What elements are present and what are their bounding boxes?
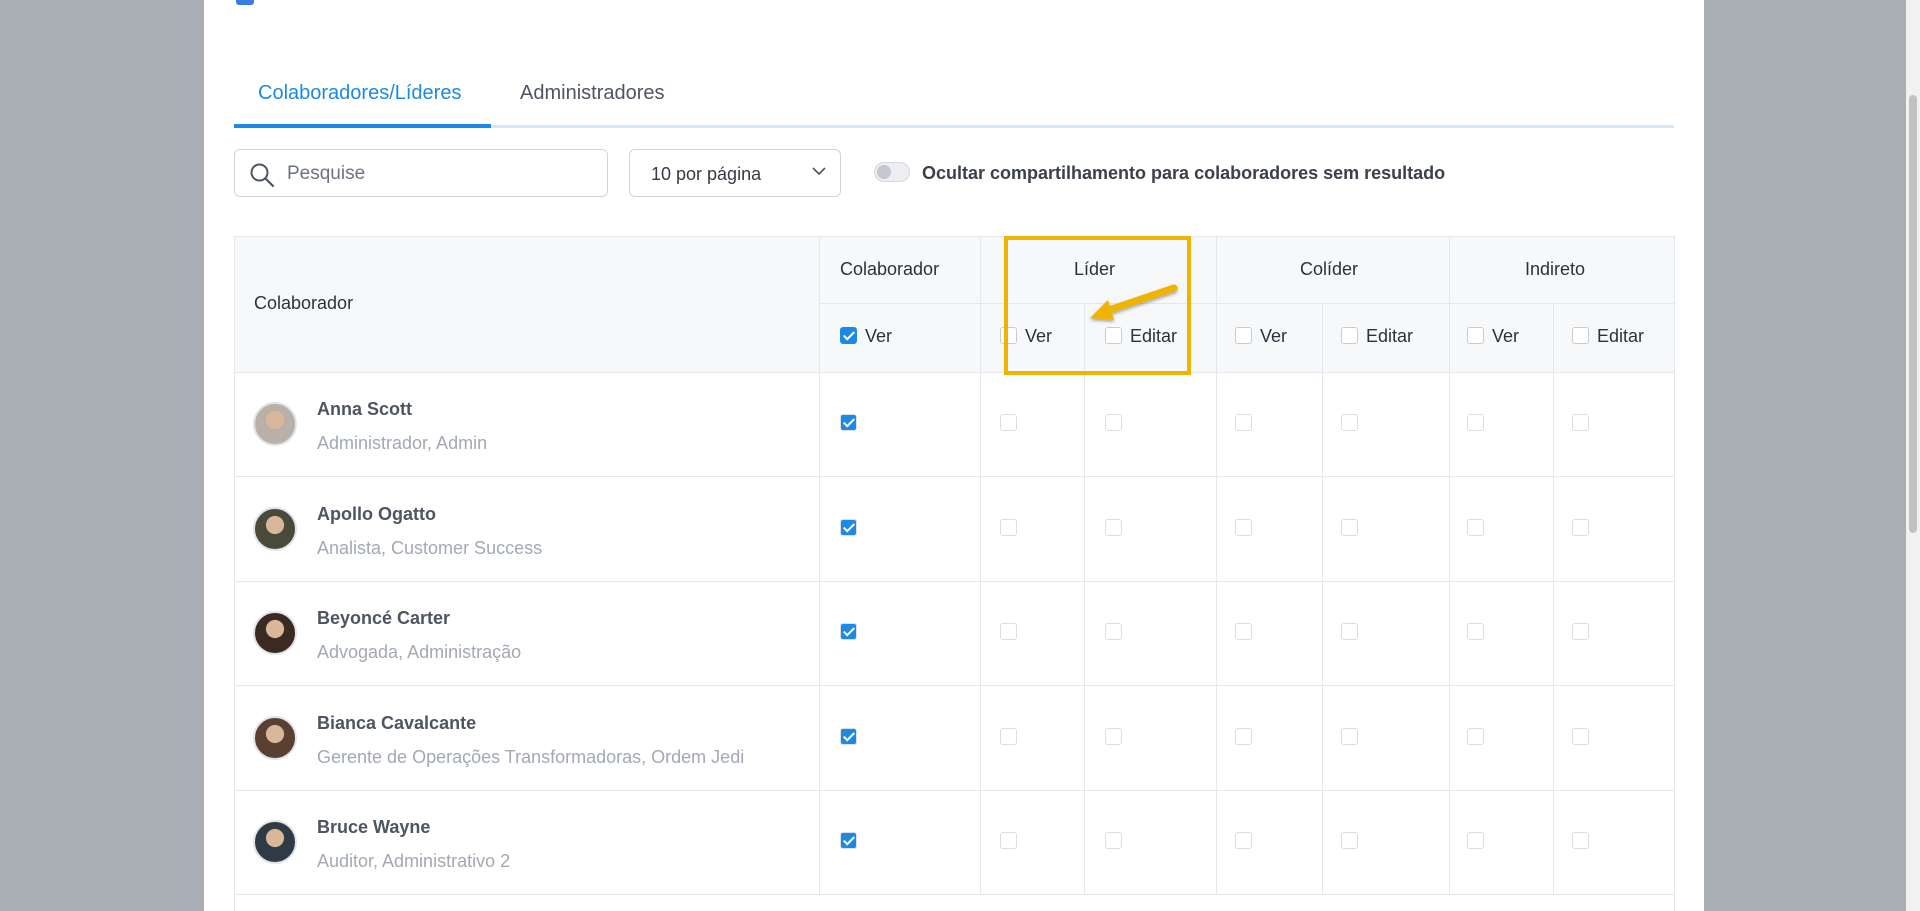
row-leader-view-checkbox[interactable] xyxy=(1000,727,1017,745)
row-collaborator-view-checkbox[interactable] xyxy=(840,832,857,849)
row-coleader-view-checkbox[interactable] xyxy=(1235,623,1252,640)
hide-sharing-label: Ocultar compartilhamento para colaborado… xyxy=(922,163,1446,183)
row-indirect-edit-checkbox[interactable] xyxy=(1572,414,1589,431)
row-coleader-edit-checkbox[interactable] xyxy=(1341,414,1358,431)
table-row: Beyoncé Carter Advogada, Administração xyxy=(235,581,1674,686)
collaborator-name: Apollo Ogatto xyxy=(317,503,436,524)
header-collaborator: Colaborador xyxy=(254,293,354,313)
row-leader-edit-checkbox[interactable] xyxy=(1105,414,1122,431)
table-row: Anna Scott Administrador, Admin xyxy=(235,372,1674,477)
row-indirect-view-checkbox[interactable] xyxy=(1467,623,1484,640)
collaborator-role: Advogada, Administração xyxy=(317,642,522,662)
search-icon xyxy=(250,163,275,188)
collaborator-role: Analista, Customer Success xyxy=(317,537,543,558)
row-coleader-edit-checkbox[interactable] xyxy=(1341,832,1358,849)
collaborator-name: Anna Scott xyxy=(317,399,413,419)
collaborator-name: Bruce Wayne xyxy=(317,817,431,837)
row-coleader-edit-checkbox[interactable] xyxy=(1341,727,1358,745)
chevron-down-icon xyxy=(812,167,826,176)
sharing-modal: Colaboradores/Líderes Administradores 10… xyxy=(204,0,1704,911)
header-coleader-view-checkbox[interactable] xyxy=(1235,327,1252,344)
header-indirect-edit-label: Editar xyxy=(1597,326,1645,346)
collaborator-name: Beyoncé Carter xyxy=(317,608,451,628)
collaborator-name: Bianca Cavalcante xyxy=(317,712,477,733)
header-collaborator-view-label: Ver xyxy=(865,326,893,346)
table-row: Bruce Wayne Auditor, Administrativo 2 xyxy=(235,790,1674,895)
tab-bar: Colaboradores/Líderes Administradores xyxy=(234,60,1674,130)
hide-sharing-toggle[interactable] xyxy=(874,162,910,182)
per-page-select[interactable]: 10 por página xyxy=(629,149,841,197)
row-leader-view-checkbox[interactable] xyxy=(1000,623,1017,640)
table-row: Bianca Cavalcante Gerente de Operações Tr… xyxy=(235,685,1674,791)
header-collaborator-view-checkbox[interactable] xyxy=(840,327,857,344)
search-box xyxy=(234,149,608,197)
row-leader-view-checkbox[interactable] xyxy=(1000,414,1017,431)
row-indirect-edit-checkbox[interactable] xyxy=(1572,832,1589,849)
row-collaborator-view-checkbox[interactable] xyxy=(840,727,857,745)
row-leader-edit-checkbox[interactable] xyxy=(1105,727,1122,745)
table-header: Colaborador Colaborador Líder Colíder In… xyxy=(235,237,1674,373)
page-scrollbar[interactable] xyxy=(1906,0,1920,911)
table-row: Apollo Ogatto Analista, Customer Success xyxy=(235,476,1674,582)
row-coleader-edit-checkbox[interactable] xyxy=(1341,518,1358,536)
row-coleader-view-checkbox[interactable] xyxy=(1235,727,1252,745)
header-coleader-edit-checkbox[interactable] xyxy=(1341,327,1358,344)
header-indirect-view-label: Ver xyxy=(1492,326,1520,346)
header-group-indirect: Indireto xyxy=(1525,259,1586,279)
avatar xyxy=(253,402,297,446)
avatar xyxy=(253,611,297,655)
avatar xyxy=(253,506,297,551)
row-coleader-view-checkbox[interactable] xyxy=(1235,518,1252,536)
search-input[interactable] xyxy=(285,158,589,190)
tab-collaborators-leaders[interactable]: Colaboradores/Líderes xyxy=(258,82,461,131)
row-indirect-edit-checkbox[interactable] xyxy=(1572,518,1589,536)
toggle-knob xyxy=(877,165,891,179)
row-indirect-view-checkbox[interactable] xyxy=(1467,518,1484,536)
avatar xyxy=(253,820,297,864)
row-coleader-view-checkbox[interactable] xyxy=(1235,832,1252,849)
row-indirect-view-checkbox[interactable] xyxy=(1467,832,1484,849)
row-coleader-view-checkbox[interactable] xyxy=(1235,414,1252,431)
collaborator-role: Auditor, Administrativo 2 xyxy=(317,851,511,871)
row-leader-view-checkbox[interactable] xyxy=(1000,518,1017,536)
row-leader-view-checkbox[interactable] xyxy=(1000,832,1017,849)
per-page-value: 10 por página xyxy=(651,164,762,184)
header-coleader-view-label: Ver xyxy=(1260,326,1288,346)
tab-administrators[interactable]: Administradores xyxy=(520,82,665,131)
row-collaborator-view-checkbox[interactable] xyxy=(840,518,857,536)
row-indirect-edit-checkbox[interactable] xyxy=(1572,727,1589,745)
row-leader-edit-checkbox[interactable] xyxy=(1105,832,1122,849)
collaborator-role: Administrador, Admin xyxy=(317,433,488,453)
row-collaborator-view-checkbox[interactable] xyxy=(840,623,857,640)
row-collaborator-view-checkbox[interactable] xyxy=(840,414,857,431)
scrollbar-thumb[interactable] xyxy=(1909,95,1917,533)
header-coleader-edit-label: Editar xyxy=(1366,326,1414,346)
row-indirect-edit-checkbox[interactable] xyxy=(1572,623,1589,640)
row-indirect-view-checkbox[interactable] xyxy=(1467,414,1484,431)
permissions-table: Colaborador Colaborador Líder Colíder In… xyxy=(234,236,1675,911)
row-leader-edit-checkbox[interactable] xyxy=(1105,623,1122,640)
row-coleader-edit-checkbox[interactable] xyxy=(1341,623,1358,640)
arrow-annotation-icon xyxy=(1090,284,1178,320)
collaborator-role: Gerente de Operações Transformadoras, Or… xyxy=(317,746,745,767)
avatar xyxy=(253,715,297,760)
header-indirect-view-checkbox[interactable] xyxy=(1467,327,1484,344)
top-checkbox-partial[interactable] xyxy=(236,0,254,5)
row-leader-edit-checkbox[interactable] xyxy=(1105,518,1122,536)
header-group-collaborator: Colaborador xyxy=(840,259,940,279)
row-indirect-view-checkbox[interactable] xyxy=(1467,727,1484,745)
header-group-coleader: Colíder xyxy=(1300,259,1359,279)
header-indirect-edit-checkbox[interactable] xyxy=(1572,327,1589,344)
